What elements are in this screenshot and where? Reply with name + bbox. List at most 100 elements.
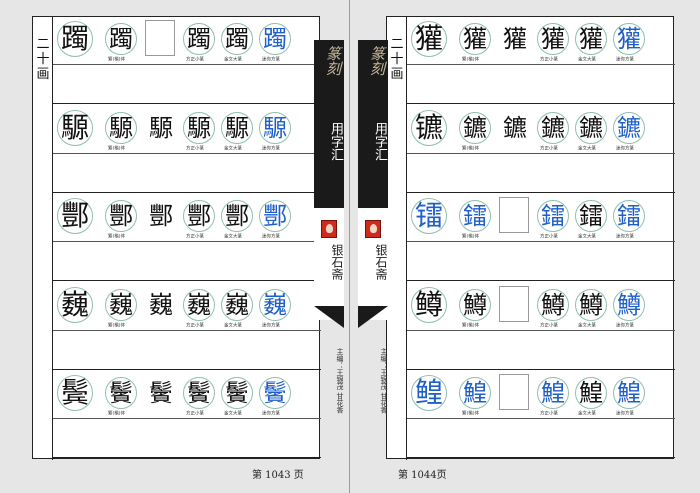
empty-seal-slot [499, 285, 529, 322]
jinwen-glyph: 騵 [221, 112, 253, 144]
traditional-glyph: 鬢 [105, 377, 137, 409]
seal-script-glyph-char: 酆 [149, 202, 173, 230]
mini-seal-glyph: 酆 [259, 200, 291, 232]
glyph-row-samples: 獾獾繁(楷)体獾獾方正小篆獾金文大篆獾迷你方篆 [407, 17, 675, 65]
fangzheng-seal-glyph: 獾 [537, 23, 569, 55]
fangzheng-seal-glyph: 巍 [183, 289, 215, 321]
book-spine-line [349, 0, 350, 493]
glyph-style-caption: 繁(楷)体 [108, 233, 126, 240]
mini-seal-glyph: 躅 [259, 23, 291, 55]
fangzheng-seal-glyph: 鐳 [537, 200, 569, 232]
headword-glyph-char: 鳇 [414, 376, 443, 409]
jinwen-glyph-char: 鬢 [225, 379, 249, 407]
spine-left-wedge [314, 306, 344, 328]
glyph-style-caption: 金文大篆 [224, 233, 243, 240]
glyph-row: 鬓鬢繁(楷)体鬢鬢方正小篆鬢金文大篆鬢迷你方篆 [53, 371, 321, 458]
headword-glyph-char: 镭 [414, 199, 443, 232]
seal-script-glyph-char: 鑣 [503, 113, 527, 142]
fangzheng-seal-glyph-char: 酆 [187, 202, 211, 230]
glyph-row: 酆酆繁(楷)体酆酆方正小篆酆金文大篆酆迷你方篆 [53, 194, 321, 281]
glyph-row-samples: 鬓鬢繁(楷)体鬢鬢方正小篆鬢金文大篆鬢迷你方篆 [53, 371, 321, 419]
mini-seal-glyph-char: 騵 [263, 113, 287, 142]
mini-seal-glyph-char: 鑣 [617, 113, 641, 142]
seal-script-glyph-char: 騵 [149, 113, 173, 142]
mini-seal-glyph-char: 鱒 [617, 290, 641, 319]
jinwen-glyph: 鐳 [575, 200, 607, 232]
glyph-row: 獾獾繁(楷)体獾獾方正小篆獾金文大篆獾迷你方篆 [407, 17, 675, 104]
mini-seal-glyph-char: 鰉 [617, 379, 641, 407]
glyph-style-caption: 繁(楷)体 [108, 410, 126, 417]
headword-glyph-char: 騵 [60, 110, 89, 144]
glyph-style-caption: 方正小篆 [186, 233, 205, 240]
seal-script-glyph: 獾 [499, 23, 531, 55]
glyph-row: 巍巍繁(楷)体巍巍方正小篆巍金文大篆巍迷你方篆 [53, 283, 321, 370]
empty-seal-slot [145, 20, 175, 56]
glyph-row-samples: 酆酆繁(楷)体酆酆方正小篆酆金文大篆酆迷你方篆 [53, 194, 321, 242]
fangzheng-seal-glyph-char: 獾 [541, 25, 565, 53]
headword-glyph-char: 酆 [60, 199, 89, 232]
glyph-style-caption: 繁(楷)体 [108, 145, 126, 151]
seal-script-glyph: 酆 [145, 200, 177, 232]
fangzheng-seal-glyph: 鰉 [537, 377, 569, 409]
fangzheng-seal-glyph: 鑣 [537, 112, 569, 144]
glyph-style-caption: 迷你方篆 [616, 56, 635, 63]
seal-script-glyph-char: 鬢 [149, 379, 173, 407]
spine-left: 篆刻 用字汇 银石斋 [314, 40, 344, 320]
jinwen-glyph-char: 巍 [225, 290, 249, 319]
glyph-style-caption: 方正小篆 [540, 322, 559, 328]
jinwen-glyph: 鱒 [575, 289, 607, 321]
glyph-row-samples: 鳇鰉繁(楷)体鰉方正小篆鰉金文大篆鰉迷你方篆 [407, 371, 675, 419]
jinwen-glyph-char: 騵 [225, 113, 249, 142]
left-page: 二十画 躅躅繁(楷)体躅方正小篆躅金文大篆躅迷你方篆騵騵繁(楷)体騵騵方正小篆騵… [32, 16, 321, 460]
spine-right-wedge [358, 306, 388, 328]
jinwen-glyph-char: 鐳 [579, 202, 603, 230]
right-page: 二十画 獾獾繁(楷)体獾獾方正小篆獾金文大篆獾迷你方篆镳鑣繁(楷)体鑣鑣方正小篆… [386, 16, 675, 460]
traditional-glyph-char: 獾 [463, 25, 487, 53]
glyph-style-caption: 方正小篆 [186, 322, 205, 328]
traditional-glyph: 獾 [459, 23, 491, 55]
traditional-glyph: 躅 [105, 23, 137, 55]
mini-seal-glyph: 鱒 [613, 289, 645, 321]
editors-credit: 主编：王银茂 甘花香 [380, 348, 388, 414]
seal-script-glyph: 鑣 [499, 112, 531, 144]
headword-glyph: 騵 [57, 110, 93, 146]
glyph-row-samples: 巍巍繁(楷)体巍巍方正小篆巍金文大篆巍迷你方篆 [53, 283, 321, 331]
headword-glyph: 酆 [57, 198, 93, 234]
fangzheng-seal-glyph-char: 鐳 [541, 202, 565, 230]
empty-seal-slot [499, 374, 529, 410]
headword-glyph-char: 躅 [60, 22, 89, 55]
mini-seal-glyph: 獾 [613, 23, 645, 55]
left-page-number: 第 1043 页 [252, 470, 304, 481]
glyph-style-caption: 金文大篆 [578, 233, 597, 240]
mini-seal-glyph-char: 獾 [617, 25, 641, 53]
fangzheng-seal-glyph-char: 巍 [187, 290, 211, 319]
glyph-style-caption: 迷你方篆 [616, 410, 635, 417]
mini-seal-glyph-char: 巍 [263, 290, 287, 319]
fangzheng-seal-glyph: 鬢 [183, 377, 215, 409]
glyph-style-caption: 方正小篆 [540, 56, 559, 63]
glyph-row-samples: 镭鐳繁(楷)体鐳方正小篆鐳金文大篆鐳迷你方篆 [407, 194, 675, 242]
glyph-style-caption: 迷你方篆 [616, 322, 635, 328]
glyph-style-caption: 方正小篆 [186, 145, 205, 151]
mini-seal-glyph: 鐳 [613, 200, 645, 232]
fangzheng-seal-glyph-char: 鬢 [187, 379, 211, 407]
headword-glyph: 镳 [411, 110, 447, 146]
traditional-glyph-char: 巍 [109, 290, 133, 319]
glyph-row-samples: 镳鑣繁(楷)体鑣鑣方正小篆鑣金文大篆鑣迷你方篆 [407, 106, 675, 154]
glyph-style-caption: 迷你方篆 [616, 233, 635, 240]
jinwen-glyph-char: 鱒 [579, 290, 603, 319]
author-portrait-icon [321, 220, 337, 238]
publisher-name: 银石斋 [330, 244, 344, 280]
traditional-glyph: 巍 [105, 289, 137, 321]
mini-seal-glyph: 鑣 [613, 112, 645, 144]
mini-seal-glyph: 鬢 [259, 377, 291, 409]
headword-glyph: 巍 [57, 287, 93, 323]
headword-glyph-char: 鬓 [60, 376, 89, 409]
glyph-row: 镳鑣繁(楷)体鑣鑣方正小篆鑣金文大篆鑣迷你方篆 [407, 106, 675, 193]
section-label-column: 二十画 [33, 17, 53, 460]
jinwen-glyph: 鑣 [575, 112, 607, 144]
glyph-row-samples: 騵騵繁(楷)体騵騵方正小篆騵金文大篆騵迷你方篆 [53, 106, 321, 154]
mini-seal-glyph-char: 鐳 [617, 202, 641, 230]
mini-seal-glyph: 巍 [259, 289, 291, 321]
editors-credit: 主编：王银茂 甘花香 [336, 348, 344, 414]
